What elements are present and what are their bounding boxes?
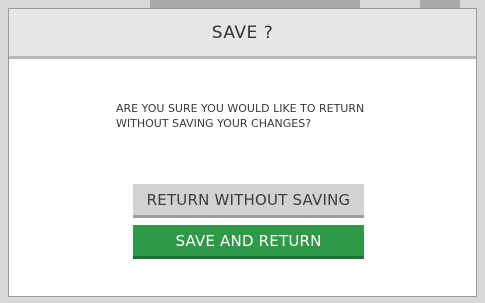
dialog-body: ARE YOU SURE YOU WOULD LIKE TO RETURN WI… xyxy=(9,59,476,295)
save-dialog: SAVE ? ARE YOU SURE YOU WOULD LIKE TO RE… xyxy=(8,8,477,297)
save-and-return-label: SAVE AND RETURN xyxy=(175,231,322,250)
save-and-return-button[interactable]: SAVE AND RETURN xyxy=(133,225,364,259)
dialog-title: SAVE ? xyxy=(211,22,274,43)
confirmation-message: ARE YOU SURE YOU WOULD LIKE TO RETURN WI… xyxy=(116,102,365,130)
background-toolbar-fragment xyxy=(420,0,460,8)
dialog-header: SAVE ? xyxy=(9,9,476,59)
return-without-saving-label: RETURN WITHOUT SAVING xyxy=(146,190,351,209)
background-toolbar-fragment xyxy=(150,0,360,8)
return-without-saving-button[interactable]: RETURN WITHOUT SAVING xyxy=(133,184,364,218)
